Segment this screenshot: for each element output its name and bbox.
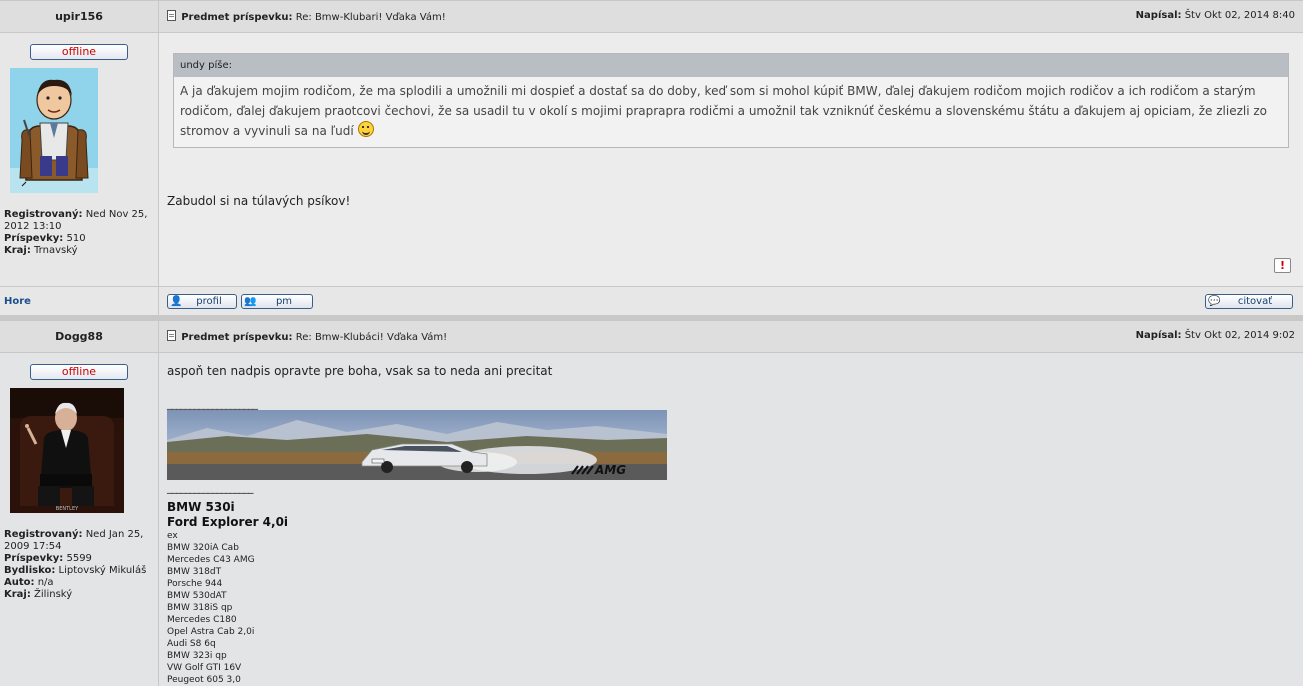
posts-count-value: 5599 (66, 553, 91, 564)
quote-button-label: citovať (1226, 296, 1272, 307)
car-item: BMW 320iA Cab (167, 542, 1295, 554)
car-item: BMW 318iS qp (167, 602, 1295, 614)
car-item: BMW 318dT (167, 566, 1295, 578)
region-label: Kraj: (4, 245, 31, 256)
quote-block: undy píše: A ja ďakujem mojim rodičom, ž… (173, 53, 1289, 148)
user-icon: 👤 (170, 295, 182, 308)
subject-text: Re: Bmw-Klubari! Vďaka Vám! (296, 12, 446, 23)
posts-count-value: 510 (66, 233, 85, 244)
quote-author: undy píše: (174, 54, 1288, 77)
forum-topic-table: upir156 Predmet príspevku: Re: Bmw-Kluba… (0, 0, 1303, 686)
signature-cars-current: BMW 530i Ford Explorer 4,0i (167, 500, 1295, 530)
posts-count-label: Príspevky: (4, 233, 63, 244)
users-icon: 👥 (244, 295, 256, 308)
post-message: Zabudol si na túlavých psíkov! (167, 194, 1295, 208)
registered-label: Registrovaný: (4, 529, 83, 540)
signature-cars-former: BMW 320iA Cab Mercedes C43 AMG BMW 318dT… (167, 542, 1295, 686)
post-author[interactable]: upir156 (0, 1, 159, 33)
posted-value: Štv Okt 02, 2014 9:02 (1185, 330, 1295, 341)
car-item: Mercedes C180 (167, 614, 1295, 626)
region-value: Trnavský (34, 245, 78, 256)
post-footer: Hore 👤 profil 👥 pm 💬 citovať (0, 287, 1303, 316)
profile-button[interactable]: 👤 profil (167, 294, 237, 309)
signature-divider: ____________________ (167, 400, 1295, 408)
posted-value: Štv Okt 02, 2014 8:40 (1185, 10, 1295, 21)
auto-value: n/a (38, 577, 54, 588)
pm-button[interactable]: 👥 pm (241, 294, 313, 309)
post-date: Napísal: Štv Okt 02, 2014 9:02 (1136, 330, 1295, 341)
amg-logo-text: AMG (594, 463, 626, 477)
post-subject: Predmet príspevku: Re: Bmw-Klubari! Vďak… (167, 10, 446, 23)
post-body-row: offline BENTLEY Registrovaný: Ned Jan 25… (0, 353, 1303, 686)
residence-label: Bydlisko: (4, 565, 55, 576)
car-item: Peugeot 605 3,0 (167, 674, 1295, 686)
post-author[interactable]: Dogg88 (0, 321, 159, 353)
profile-button-label: profil (182, 296, 221, 307)
car-item: BMW 530i (167, 500, 1295, 515)
ex-label: ex (167, 530, 1295, 542)
auto-label: Auto: (4, 577, 35, 588)
subject-label: Predmet príspevku: (181, 332, 292, 343)
subject-label: Predmet príspevku: (181, 12, 292, 23)
car-item: Audi S8 6q (167, 638, 1295, 650)
car-item: VW Golf GTI 16V (167, 662, 1295, 674)
car-item: Porsche 944 (167, 578, 1295, 590)
post-message: aspoň ten nadpis opravte pre boha, vsak … (167, 364, 1295, 378)
quote-content: A ja ďakujem mojim rodičom, že ma splodi… (174, 77, 1288, 147)
region-label: Kraj: (4, 589, 31, 600)
back-to-top-link[interactable]: Hore (0, 287, 159, 316)
region-value: Žilinský (34, 589, 72, 600)
smiley-icon (358, 121, 374, 137)
online-status-badge: offline (30, 364, 128, 380)
quote-button[interactable]: 💬 citovať (1205, 294, 1293, 309)
post-subject: Predmet príspevku: Re: Bmw-Klubáci! Vďak… (167, 330, 447, 343)
quote-text: A ja ďakujem mojim rodičom, že ma splodi… (180, 84, 1267, 138)
quote-bubble-icon: 💬 (1208, 295, 1220, 308)
subject-text: Re: Bmw-Klubáci! Vďaka Vám! (296, 332, 447, 343)
car-item: Opel Astra Cab 2,0i (167, 626, 1295, 638)
post-icon (167, 10, 176, 21)
pm-button-label: pm (262, 296, 292, 307)
posts-count-label: Príspevky: (4, 553, 63, 564)
user-profile-info: Registrovaný: Ned Nov 25, 2012 13:10 Prí… (4, 209, 154, 257)
car-item: BMW 530dAT (167, 590, 1295, 602)
signature-divider: ___________________ (167, 484, 1295, 492)
post-body-row: offline Registrovaný: (0, 33, 1303, 287)
user-profile-info: Registrovaný: Ned Jan 25, 2009 17:54 Prí… (4, 529, 154, 601)
posted-label: Napísal: (1136, 10, 1182, 21)
residence-value: Liptovský Mikuláš (59, 565, 147, 576)
registered-label: Registrovaný: (4, 209, 83, 220)
post-date: Napísal: Štv Okt 02, 2014 8:40 (1136, 10, 1295, 21)
car-item: Ford Explorer 4,0i (167, 515, 1295, 530)
post-header: Dogg88 Predmet príspevku: Re: Bmw-Klubác… (0, 321, 1303, 353)
signature-banner-image: AMG (167, 410, 667, 480)
car-item: BMW 323i qp (167, 650, 1295, 662)
user-avatar: BENTLEY (10, 388, 124, 513)
report-icon[interactable]: ! (1274, 258, 1291, 273)
post-icon (167, 330, 176, 341)
car-item: Mercedes C43 AMG (167, 554, 1295, 566)
user-avatar (10, 68, 98, 193)
online-status-badge: offline (30, 44, 128, 60)
post-header: upir156 Predmet príspevku: Re: Bmw-Kluba… (0, 1, 1303, 33)
svg-text:BENTLEY: BENTLEY (56, 506, 79, 512)
posted-label: Napísal: (1136, 330, 1182, 341)
